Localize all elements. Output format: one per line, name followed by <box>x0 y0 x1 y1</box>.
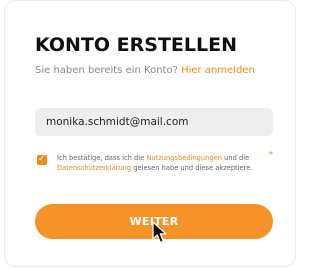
check-icon: ✓ <box>38 154 46 164</box>
required-marker: * <box>269 150 273 159</box>
login-prompt-text: Sie haben bereits ein Konto? <box>35 65 178 76</box>
consent-text-part2: und die <box>224 154 250 162</box>
login-link[interactable]: Hier anmelden <box>181 65 255 76</box>
mouse-pointer-icon <box>152 221 167 243</box>
terms-link[interactable]: Nutzungsbedingungen <box>146 154 222 162</box>
consent-checkbox[interactable]: ✓ <box>37 154 47 165</box>
consent-text-part3: gelesen habe und diese akzeptiere. <box>133 164 253 172</box>
privacy-link[interactable]: Datenschutzerklärung <box>57 164 131 172</box>
page-title: KONTO ERSTELLEN <box>35 34 237 56</box>
consent-text-part1: Ich bestätige, dass ich die <box>57 154 145 162</box>
signup-card: KONTO ERSTELLEN Sie haben bereits ein Ko… <box>4 0 296 267</box>
consent-text: Ich bestätige, dass ich die Nutzungsbedi… <box>57 153 267 173</box>
email-field[interactable] <box>35 108 273 136</box>
login-prompt: Sie haben bereits ein Konto? Hier anmeld… <box>35 65 255 76</box>
